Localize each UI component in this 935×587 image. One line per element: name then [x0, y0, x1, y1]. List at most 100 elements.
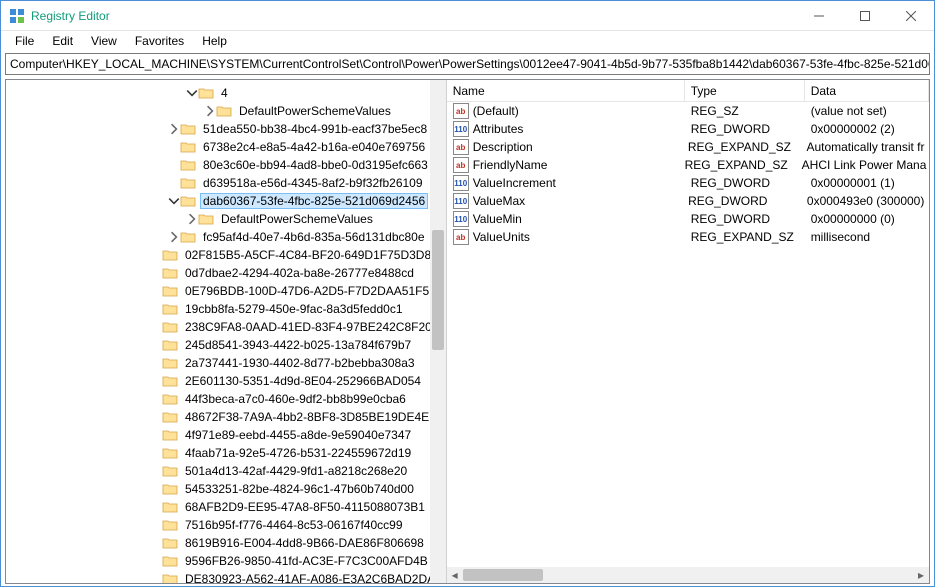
tree-item[interactable]: 6738e2c4-e8a5-4a42-b16a-e040e769756 [6, 138, 446, 156]
folder-icon [162, 338, 178, 352]
value-row[interactable]: abDescriptionREG_EXPAND_SZAutomatically … [447, 138, 929, 156]
value-row[interactable]: ab(Default)REG_SZ(value not set) [447, 102, 929, 120]
value-data: millisecond [805, 230, 929, 244]
chevron-right-icon[interactable] [204, 105, 216, 117]
folder-icon [180, 194, 196, 208]
value-data: 0x000493e0 (300000) [801, 194, 929, 208]
value-row[interactable]: 110ValueMaxREG_DWORD0x000493e0 (300000) [447, 192, 929, 210]
tree-spacer [150, 429, 162, 441]
chevron-right-icon[interactable] [186, 213, 198, 225]
value-type: REG_DWORD [685, 122, 805, 136]
tree-item[interactable]: 4 [6, 84, 446, 102]
string-value-icon: ab [453, 139, 469, 155]
tree-item[interactable]: 02F815B5-A5CF-4C84-BF20-649D1F75D3D8 [6, 246, 446, 264]
chevron-right-icon[interactable] [168, 231, 180, 243]
menu-edit[interactable]: Edit [44, 32, 81, 50]
tree-spacer [150, 321, 162, 333]
value-type: REG_DWORD [685, 176, 805, 190]
tree-item[interactable]: 51dea550-bb38-4bc4-991b-eacf37be5ec8 [6, 120, 446, 138]
folder-icon [180, 158, 196, 172]
tree-item[interactable]: 7516b95f-f776-4464-8c53-06167f40cc99 [6, 516, 446, 534]
tree-item[interactable]: 68AFB2D9-EE95-47A8-8F50-4115088073B1 [6, 498, 446, 516]
tree-item[interactable]: 245d8541-3943-4422-b025-13a784f679b7 [6, 336, 446, 354]
menu-file[interactable]: File [7, 32, 42, 50]
menu-help[interactable]: Help [194, 32, 235, 50]
tree-item[interactable]: 2a737441-1930-4402-8d77-b2bebba308a3 [6, 354, 446, 372]
tree-item-label: 4 [218, 85, 231, 101]
tree-item[interactable]: 501a4d13-42af-4429-9fd1-a8218c268e20 [6, 462, 446, 480]
value-data: 0x00000000 (0) [805, 212, 929, 226]
scroll-right-icon[interactable]: ▸ [913, 567, 929, 583]
tree-item[interactable]: 0d7dbae2-4294-402a-ba8e-26777e8488cd [6, 264, 446, 282]
maximize-button[interactable] [842, 1, 888, 31]
tree-spacer [168, 141, 180, 153]
value-row[interactable]: 110AttributesREG_DWORD0x00000002 (2) [447, 120, 929, 138]
chevron-right-icon[interactable] [168, 123, 180, 135]
tree-item-label: 68AFB2D9-EE95-47A8-8F50-4115088073B1 [182, 499, 428, 515]
value-row[interactable]: abValueUnitsREG_EXPAND_SZmillisecond [447, 228, 929, 246]
tree-item-label: 4faab71a-92e5-4726-b531-224559672d19 [182, 445, 414, 461]
tree-item-label: 8619B916-E004-4dd8-9B66-DAE86F806698 [182, 535, 427, 551]
scrollbar-thumb[interactable] [463, 569, 543, 581]
tree-item-label: 501a4d13-42af-4429-9fd1-a8218c268e20 [182, 463, 410, 479]
chevron-down-icon[interactable] [186, 87, 198, 99]
tree-item[interactable]: 4f971e89-eebd-4455-a8de-9e59040e7347 [6, 426, 446, 444]
tree-item[interactable]: 48672F38-7A9A-4bb2-8BF8-3D85BE19DE4E [6, 408, 446, 426]
tree-spacer [150, 447, 162, 459]
value-name: ValueMin [473, 212, 522, 226]
menu-view[interactable]: View [83, 32, 125, 50]
tree-spacer [150, 411, 162, 423]
value-row[interactable]: 110ValueIncrementREG_DWORD0x00000001 (1) [447, 174, 929, 192]
folder-icon [162, 482, 178, 496]
tree-spacer [150, 357, 162, 369]
value-row[interactable]: abFriendlyNameREG_EXPAND_SZAHCI Link Pow… [447, 156, 929, 174]
tree-scrollbar[interactable] [430, 80, 446, 583]
tree-item[interactable]: 0E796BDB-100D-47D6-A2D5-F7D2DAA51F51 [6, 282, 446, 300]
close-button[interactable] [888, 1, 934, 31]
value-row[interactable]: 110ValueMinREG_DWORD0x00000000 (0) [447, 210, 929, 228]
tree-pane[interactable]: 4DefaultPowerSchemeValues51dea550-bb38-4… [6, 80, 447, 583]
tree-item[interactable]: 2E601130-5351-4d9d-8E04-252966BAD054 [6, 372, 446, 390]
value-type: REG_DWORD [685, 212, 805, 226]
folder-icon [162, 500, 178, 514]
value-name: ValueIncrement [473, 176, 556, 190]
tree-item[interactable]: DefaultPowerSchemeValues [6, 210, 446, 228]
tree-item[interactable]: 44f3beca-a7c0-460e-9df2-bb8b99e0cba6 [6, 390, 446, 408]
tree-item[interactable]: DE830923-A562-41AF-A086-E3A2C6BAD2DA [6, 570, 446, 583]
tree-item-label: 7516b95f-f776-4464-8c53-06167f40cc99 [182, 517, 406, 533]
tree-item[interactable]: 4faab71a-92e5-4726-b531-224559672d19 [6, 444, 446, 462]
folder-icon [162, 446, 178, 460]
column-header-data[interactable]: Data [805, 80, 929, 101]
chevron-down-icon[interactable] [168, 195, 180, 207]
address-text: Computer\HKEY_LOCAL_MACHINE\SYSTEM\Curre… [10, 57, 930, 71]
value-data: 0x00000001 (1) [805, 176, 929, 190]
folder-icon [162, 572, 178, 583]
scroll-left-icon[interactable]: ◂ [447, 567, 463, 583]
string-value-icon: ab [453, 157, 469, 173]
tree-item[interactable]: fc95af4d-40e7-4b6d-835a-56d131dbc80e [6, 228, 446, 246]
tree-item-label: 238C9FA8-0AAD-41ED-83F4-97BE242C8F20 [182, 319, 435, 335]
tree-item[interactable]: d639518a-e56d-4345-8af2-b9f32fb26109 [6, 174, 446, 192]
tree-item-label: 80e3c60e-bb94-4ad8-bbe0-0d3195efc663 [200, 157, 431, 173]
values-pane[interactable]: Name Type Data ab(Default)REG_SZ(value n… [447, 80, 929, 583]
tree-item[interactable]: 9596FB26-9850-41fd-AC3E-F7C3C00AFD4B [6, 552, 446, 570]
tree-item[interactable]: 8619B916-E004-4dd8-9B66-DAE86F806698 [6, 534, 446, 552]
tree-item[interactable]: 238C9FA8-0AAD-41ED-83F4-97BE242C8F20 [6, 318, 446, 336]
tree-item[interactable]: dab60367-53fe-4fbc-825e-521d069d2456 [6, 192, 446, 210]
value-type: REG_DWORD [682, 194, 801, 208]
column-header-name[interactable]: Name [447, 80, 685, 101]
value-data: Automatically transit fr [800, 140, 929, 154]
folder-icon [162, 536, 178, 550]
tree-item[interactable]: DefaultPowerSchemeValues [6, 102, 446, 120]
minimize-button[interactable] [796, 1, 842, 31]
address-bar[interactable]: Computer\HKEY_LOCAL_MACHINE\SYSTEM\Curre… [5, 53, 930, 75]
tree-item-label: d639518a-e56d-4345-8af2-b9f32fb26109 [200, 175, 426, 191]
values-hscrollbar[interactable]: ◂ ▸ [447, 567, 929, 583]
column-header-type[interactable]: Type [685, 80, 805, 101]
menu-favorites[interactable]: Favorites [127, 32, 192, 50]
tree-spacer [150, 573, 162, 583]
tree-item[interactable]: 80e3c60e-bb94-4ad8-bbe0-0d3195efc663 [6, 156, 446, 174]
tree-item[interactable]: 19cbb8fa-5279-450e-9fac-8a3d5fedd0c1 [6, 300, 446, 318]
scrollbar-thumb[interactable] [432, 230, 444, 350]
tree-item[interactable]: 54533251-82be-4824-96c1-47b60b740d00 [6, 480, 446, 498]
